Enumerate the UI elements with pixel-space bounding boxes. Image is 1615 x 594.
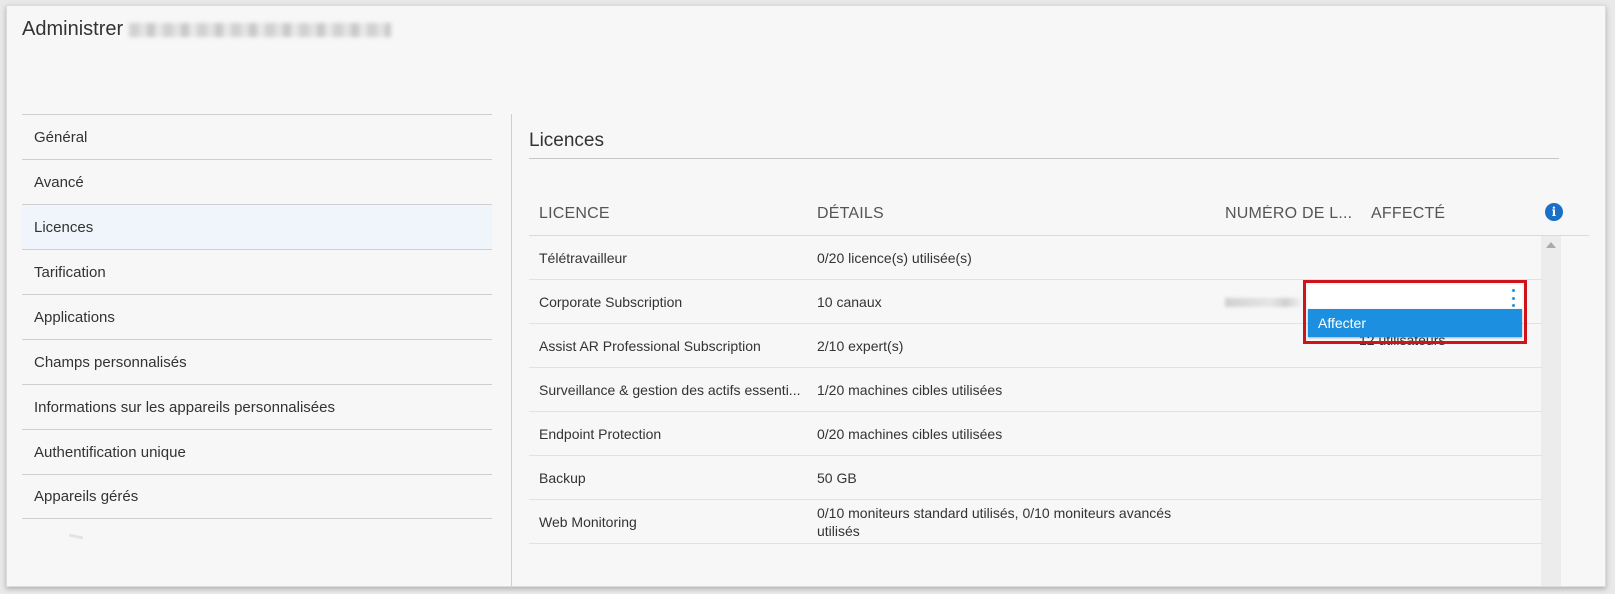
column-header-details[interactable]: DÉTAILS	[807, 205, 1215, 223]
cell-details: 1/20 machines cibles utilisées	[817, 381, 1003, 398]
page-title-text: Administrer	[22, 18, 124, 40]
sidebar-item-label: Avancé	[34, 173, 84, 191]
column-header-number[interactable]: NUMÉRO DE L...	[1215, 205, 1361, 223]
sidebar-item-label: Général	[34, 128, 88, 146]
sidebar-divider	[511, 114, 512, 588]
cell-details: 0/20 machines cibles utilisées	[817, 425, 1003, 442]
cell-licence: Backup	[539, 469, 586, 486]
table-header: LICENCE DÉTAILS NUMÉRO DE L... AFFECTÉ i	[529, 192, 1589, 236]
table-scrollbar[interactable]	[1541, 236, 1561, 586]
table-row[interactable]: Backup 50 GB	[529, 456, 1541, 500]
cell-licence: Endpoint Protection	[539, 425, 662, 442]
section-title: Licences	[529, 114, 1559, 159]
menu-item-assign[interactable]: Affecter	[1308, 309, 1522, 337]
redacted-account-name	[129, 22, 392, 37]
table-row[interactable]: Télétravailleur 0/20 licence(s) utilisée…	[529, 236, 1541, 280]
sidebar-item-sso[interactable]: Authentification unique	[22, 429, 492, 474]
sidebar-item-pricing[interactable]: Tarification	[22, 249, 492, 294]
row-actions-header	[1308, 285, 1522, 309]
sidebar-item-custom-device-info[interactable]: Informations sur les appareils personnal…	[22, 384, 492, 429]
licences-panel: Licences LICENCE DÉTAILS NUMÉRO DE L... …	[529, 114, 1589, 586]
sidebar-item-label: Licences	[34, 218, 94, 236]
sidebar-item-general[interactable]: Général	[22, 114, 492, 159]
sidebar-item-label: Champs personnalisés	[34, 353, 187, 371]
sidebar-item-label: Informations sur les appareils personnal…	[34, 398, 335, 416]
sidebar-item-advanced[interactable]: Avancé	[22, 159, 492, 204]
admin-window: Administrer Général Avancé Licences Tari…	[6, 5, 1606, 588]
sidebar-item-label: Tarification	[34, 263, 106, 281]
cell-licence: Corporate Subscription	[539, 293, 683, 310]
column-header-assigned[interactable]: AFFECTÉ	[1361, 205, 1541, 223]
sidebar-item-licences[interactable]: Licences	[22, 204, 492, 249]
row-actions-highlight: Affecter	[1303, 280, 1527, 344]
info-icon[interactable]: i	[1545, 203, 1563, 221]
table-row[interactable]: Endpoint Protection 0/20 machines cibles…	[529, 412, 1541, 456]
table-row[interactable]: Surveillance & gestion des actifs essent…	[529, 368, 1541, 412]
cell-details: 2/10 expert(s)	[817, 337, 904, 354]
sidebar-item-label: Applications	[34, 308, 115, 326]
kebab-menu-icon[interactable]	[1512, 289, 1516, 307]
cell-details: 0/20 licence(s) utilisée(s)	[817, 249, 972, 266]
page-title: Administrer	[22, 18, 392, 41]
settings-sidebar: Général Avancé Licences Tarification App…	[22, 114, 492, 519]
cell-details: 50 GB	[817, 469, 857, 486]
decorative-mark	[68, 533, 84, 540]
redacted-licence-number	[1225, 297, 1301, 307]
cell-details: 0/10 moniteurs standard utilisés, 0/10 m…	[817, 504, 1172, 539]
sidebar-item-custom-fields[interactable]: Champs personnalisés	[22, 339, 492, 384]
table-row[interactable]: Web Monitoring 0/10 moniteurs standard u…	[529, 500, 1541, 544]
sidebar-item-label: Authentification unique	[34, 443, 186, 461]
cell-licence: Assist AR Professional Subscription	[539, 337, 761, 354]
scroll-up-arrow-icon[interactable]	[1546, 242, 1556, 248]
cell-licence: Télétravailleur	[539, 249, 627, 266]
cell-licence: Web Monitoring	[539, 513, 637, 530]
sidebar-item-label: Appareils gérés	[34, 488, 139, 505]
sidebar-item-applications[interactable]: Applications	[22, 294, 492, 339]
sidebar-item-managed-devices[interactable]: Appareils gérés	[22, 474, 492, 519]
cell-details: 10 canaux	[817, 293, 882, 310]
licences-table: LICENCE DÉTAILS NUMÉRO DE L... AFFECTÉ i…	[529, 192, 1589, 586]
table-body: Télétravailleur 0/20 licence(s) utilisée…	[529, 236, 1541, 544]
column-header-licence[interactable]: LICENCE	[529, 205, 807, 223]
cell-licence: Surveillance & gestion des actifs essent…	[539, 381, 801, 398]
